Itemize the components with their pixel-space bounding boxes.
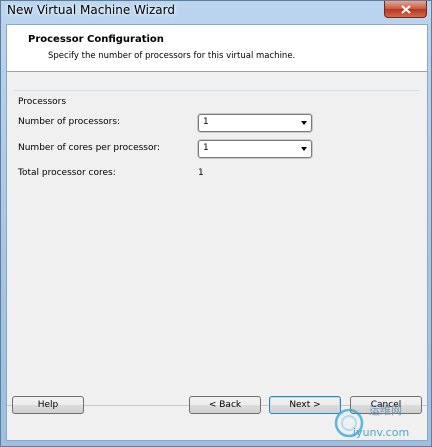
processors-group-label: Processors	[18, 97, 67, 107]
back-button[interactable]: < Back	[189, 396, 261, 414]
close-button[interactable]	[384, 1, 427, 18]
help-button[interactable]: Help	[12, 396, 84, 414]
cores-per-processor-select[interactable]: 1	[198, 140, 312, 158]
wizard-client-area: Processor Configuration Specify the numb…	[6, 24, 428, 441]
window-title: New Virtual Machine Wizard	[7, 3, 175, 17]
num-processors-label: Number of processors:	[18, 117, 121, 127]
cancel-button[interactable]: Cancel	[350, 396, 422, 414]
total-cores-value: 1	[198, 168, 204, 178]
cores-per-processor-value: 1	[203, 143, 209, 153]
wizard-window: New Virtual Machine Wizard Processor Con…	[0, 0, 432, 447]
num-processors-value: 1	[203, 117, 209, 127]
page-title: Processor Configuration	[28, 34, 164, 45]
chevron-down-icon	[301, 121, 307, 125]
cores-per-processor-label: Number of cores per processor:	[18, 143, 161, 153]
num-processors-select[interactable]: 1	[198, 114, 312, 132]
close-icon	[400, 4, 411, 14]
group-divider	[14, 90, 419, 91]
chevron-down-icon	[301, 147, 307, 151]
title-bar[interactable]: New Virtual Machine Wizard	[1, 1, 431, 23]
total-cores-label: Total processor cores:	[18, 168, 116, 178]
wizard-header: Processor Configuration Specify the numb…	[7, 25, 427, 72]
page-subtitle: Specify the number of processors for thi…	[48, 51, 296, 61]
next-button[interactable]: Next >	[269, 396, 341, 414]
